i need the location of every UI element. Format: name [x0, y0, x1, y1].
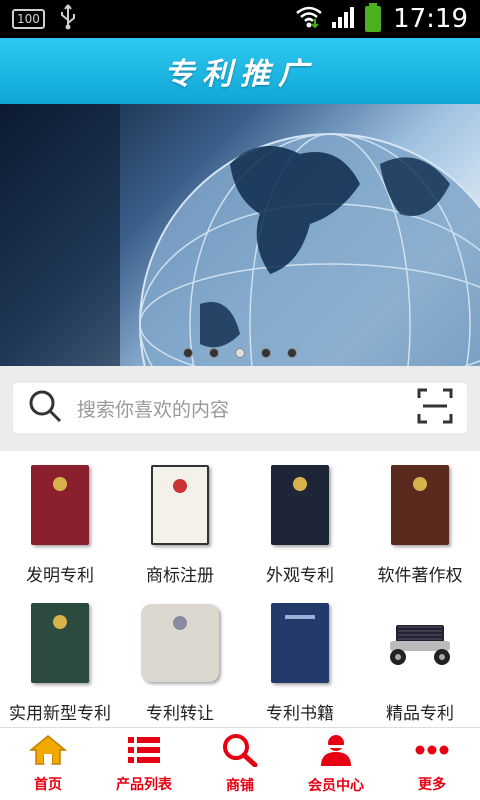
tab-label: 商铺: [226, 778, 254, 794]
certificate-image: [260, 463, 340, 547]
category-grid: 发明专利 商标注册 外观专利 软件著作权 实用新型专利 专利转让 专利书籍 精品…: [0, 451, 480, 727]
wifi-icon: [295, 5, 323, 33]
search-bar[interactable]: 搜索你喜欢的内容: [13, 383, 467, 433]
certificate-image: [20, 601, 100, 685]
category-label: 外观专利: [266, 566, 334, 586]
tab-label: 首页: [34, 777, 62, 793]
category-label: 商标注册: [146, 566, 214, 586]
more-icon: [414, 734, 450, 770]
user-icon: [318, 733, 354, 771]
page-title: 专利推广: [164, 57, 316, 92]
certificate-image: [380, 463, 460, 547]
tab-label: 更多: [418, 777, 446, 793]
tab-label: 产品列表: [116, 777, 172, 793]
category-software-copyright[interactable]: 软件著作权: [360, 451, 480, 589]
certificate-image: [20, 463, 100, 547]
tab-more[interactable]: 更多: [384, 728, 480, 800]
scan-icon[interactable]: [417, 388, 453, 428]
tab-label: 会员中心: [308, 778, 364, 794]
bottom-tab-bar: 首页 产品列表 商铺 会员中心 更多: [0, 727, 480, 800]
list-icon: [126, 734, 162, 770]
category-label: 发明专利: [26, 566, 94, 586]
home-icon: [28, 734, 68, 770]
banner-carousel[interactable]: [0, 104, 480, 366]
battery-level-indicator: 100: [12, 9, 45, 29]
category-label: 专利书籍: [266, 704, 334, 724]
carousel-dot[interactable]: [261, 348, 271, 358]
tab-shop[interactable]: 商铺: [192, 728, 288, 800]
category-patent-transfer[interactable]: 专利转让: [120, 589, 240, 727]
status-bar: 100 17:19: [0, 0, 480, 38]
category-utility-model-patent[interactable]: 实用新型专利: [0, 589, 120, 727]
carousel-dot[interactable]: [183, 348, 193, 358]
carousel-indicators: [0, 348, 480, 358]
category-label: 实用新型专利: [9, 704, 111, 724]
tab-product-list[interactable]: 产品列表: [96, 728, 192, 800]
carousel-dot[interactable]: [209, 348, 219, 358]
certificate-image: [140, 463, 220, 547]
usb-icon: [59, 4, 77, 34]
clock: 17:19: [393, 4, 468, 34]
tab-home[interactable]: 首页: [0, 728, 96, 800]
book-image: [260, 601, 340, 685]
globe-image: [0, 104, 480, 366]
category-premium-patent[interactable]: 精品专利: [360, 589, 480, 727]
document-photo: [140, 601, 220, 685]
category-label: 精品专利: [386, 704, 454, 724]
category-design-patent[interactable]: 外观专利: [240, 451, 360, 589]
category-patent-books[interactable]: 专利书籍: [240, 589, 360, 727]
category-label: 软件著作权: [377, 566, 463, 586]
search-icon: [27, 388, 63, 428]
category-label: 专利转让: [146, 704, 214, 724]
category-trademark-registration[interactable]: 商标注册: [120, 451, 240, 589]
carousel-dot-active[interactable]: [235, 348, 245, 358]
search-icon: [222, 733, 258, 771]
search-input[interactable]: 搜索你喜欢的内容: [77, 395, 417, 422]
solar-car-image: [380, 601, 460, 685]
carousel-dot[interactable]: [287, 348, 297, 358]
title-bar: 专利推广: [0, 38, 480, 104]
battery-icon: [365, 3, 382, 32]
tab-member-center[interactable]: 会员中心: [288, 728, 384, 800]
category-invention-patent[interactable]: 发明专利: [0, 451, 120, 589]
signal-icon: [331, 5, 357, 33]
